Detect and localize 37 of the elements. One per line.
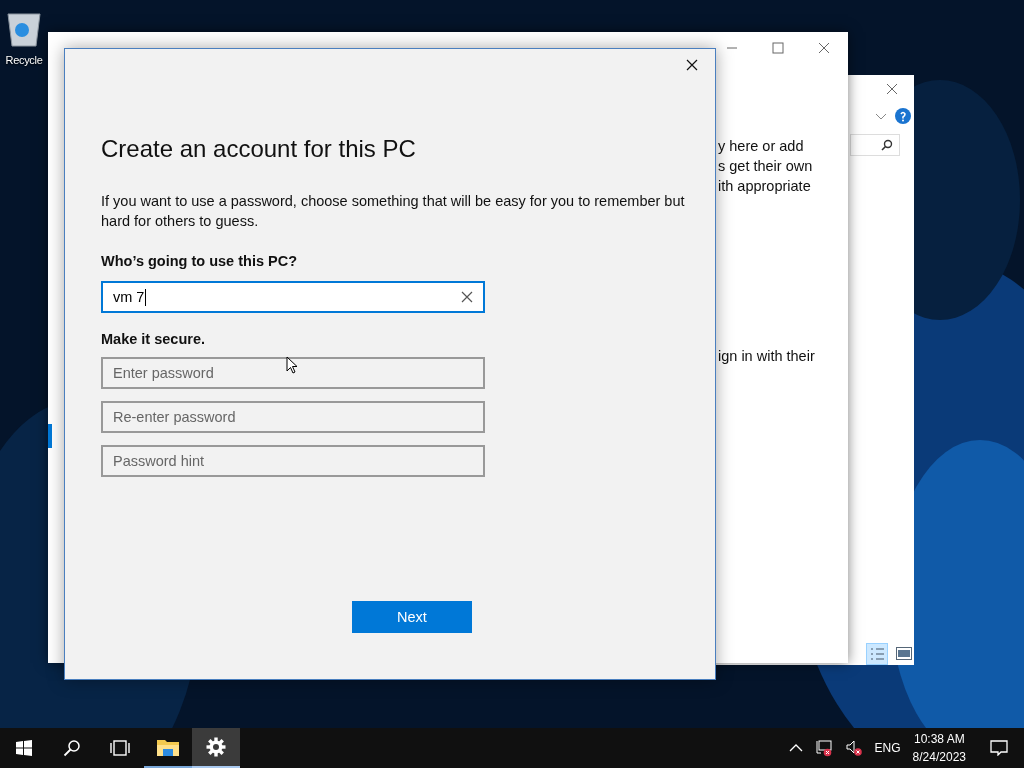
windows-logo-icon[interactable] (16, 740, 32, 756)
preview-view-icon[interactable] (896, 647, 912, 661)
description-text: If you want to use a password, choose something that will be easy for you to remember but hard for others to guess. (101, 192, 686, 231)
password-field[interactable]: Re-enter password (101, 401, 485, 433)
notification-icon[interactable] (990, 740, 1008, 756)
task-view-icon[interactable] (109, 740, 131, 756)
clear-icon[interactable] (461, 291, 473, 303)
dialog-heading: Create an account for this PC (101, 135, 417, 163)
password-field[interactable]: Password hint (101, 445, 485, 477)
clock[interactable]: 10:38 AM 8/24/2023 (912, 730, 966, 766)
next-button[interactable]: Next (352, 601, 472, 633)
search-field[interactable] (850, 134, 900, 156)
settings-icon (206, 737, 226, 757)
field-label: Who’s going to use this PC? (101, 253, 298, 269)
volume-muted-icon[interactable] (844, 739, 863, 757)
body-text: y here or add (718, 137, 805, 156)
body-text: ign in with their (718, 347, 815, 366)
body-text: s get their own (718, 157, 813, 176)
chevron-icon[interactable] (875, 113, 887, 121)
chevron-up-icon[interactable] (788, 743, 803, 753)
network-error-icon[interactable] (814, 739, 833, 757)
maximize-icon[interactable] (772, 42, 784, 54)
field-label: Make it secure. (101, 331, 206, 347)
taskbar-app[interactable] (192, 728, 240, 768)
icon-label[interactable]: Recycle (5, 54, 43, 66)
help-icon[interactable] (895, 108, 911, 124)
search-icon[interactable] (63, 739, 81, 757)
selection-indicator (48, 424, 52, 448)
password-field[interactable]: Enter password (101, 357, 485, 389)
search-icon (881, 139, 893, 151)
language-indicator[interactable]: ENG (874, 741, 901, 755)
folder-icon (157, 738, 179, 756)
field-value: vm 7 (113, 289, 145, 305)
name-field[interactable]: vm 7 (101, 281, 485, 313)
body-text: ith appropriate (718, 177, 812, 196)
cursor-icon (286, 356, 298, 374)
close-icon[interactable] (686, 59, 698, 71)
